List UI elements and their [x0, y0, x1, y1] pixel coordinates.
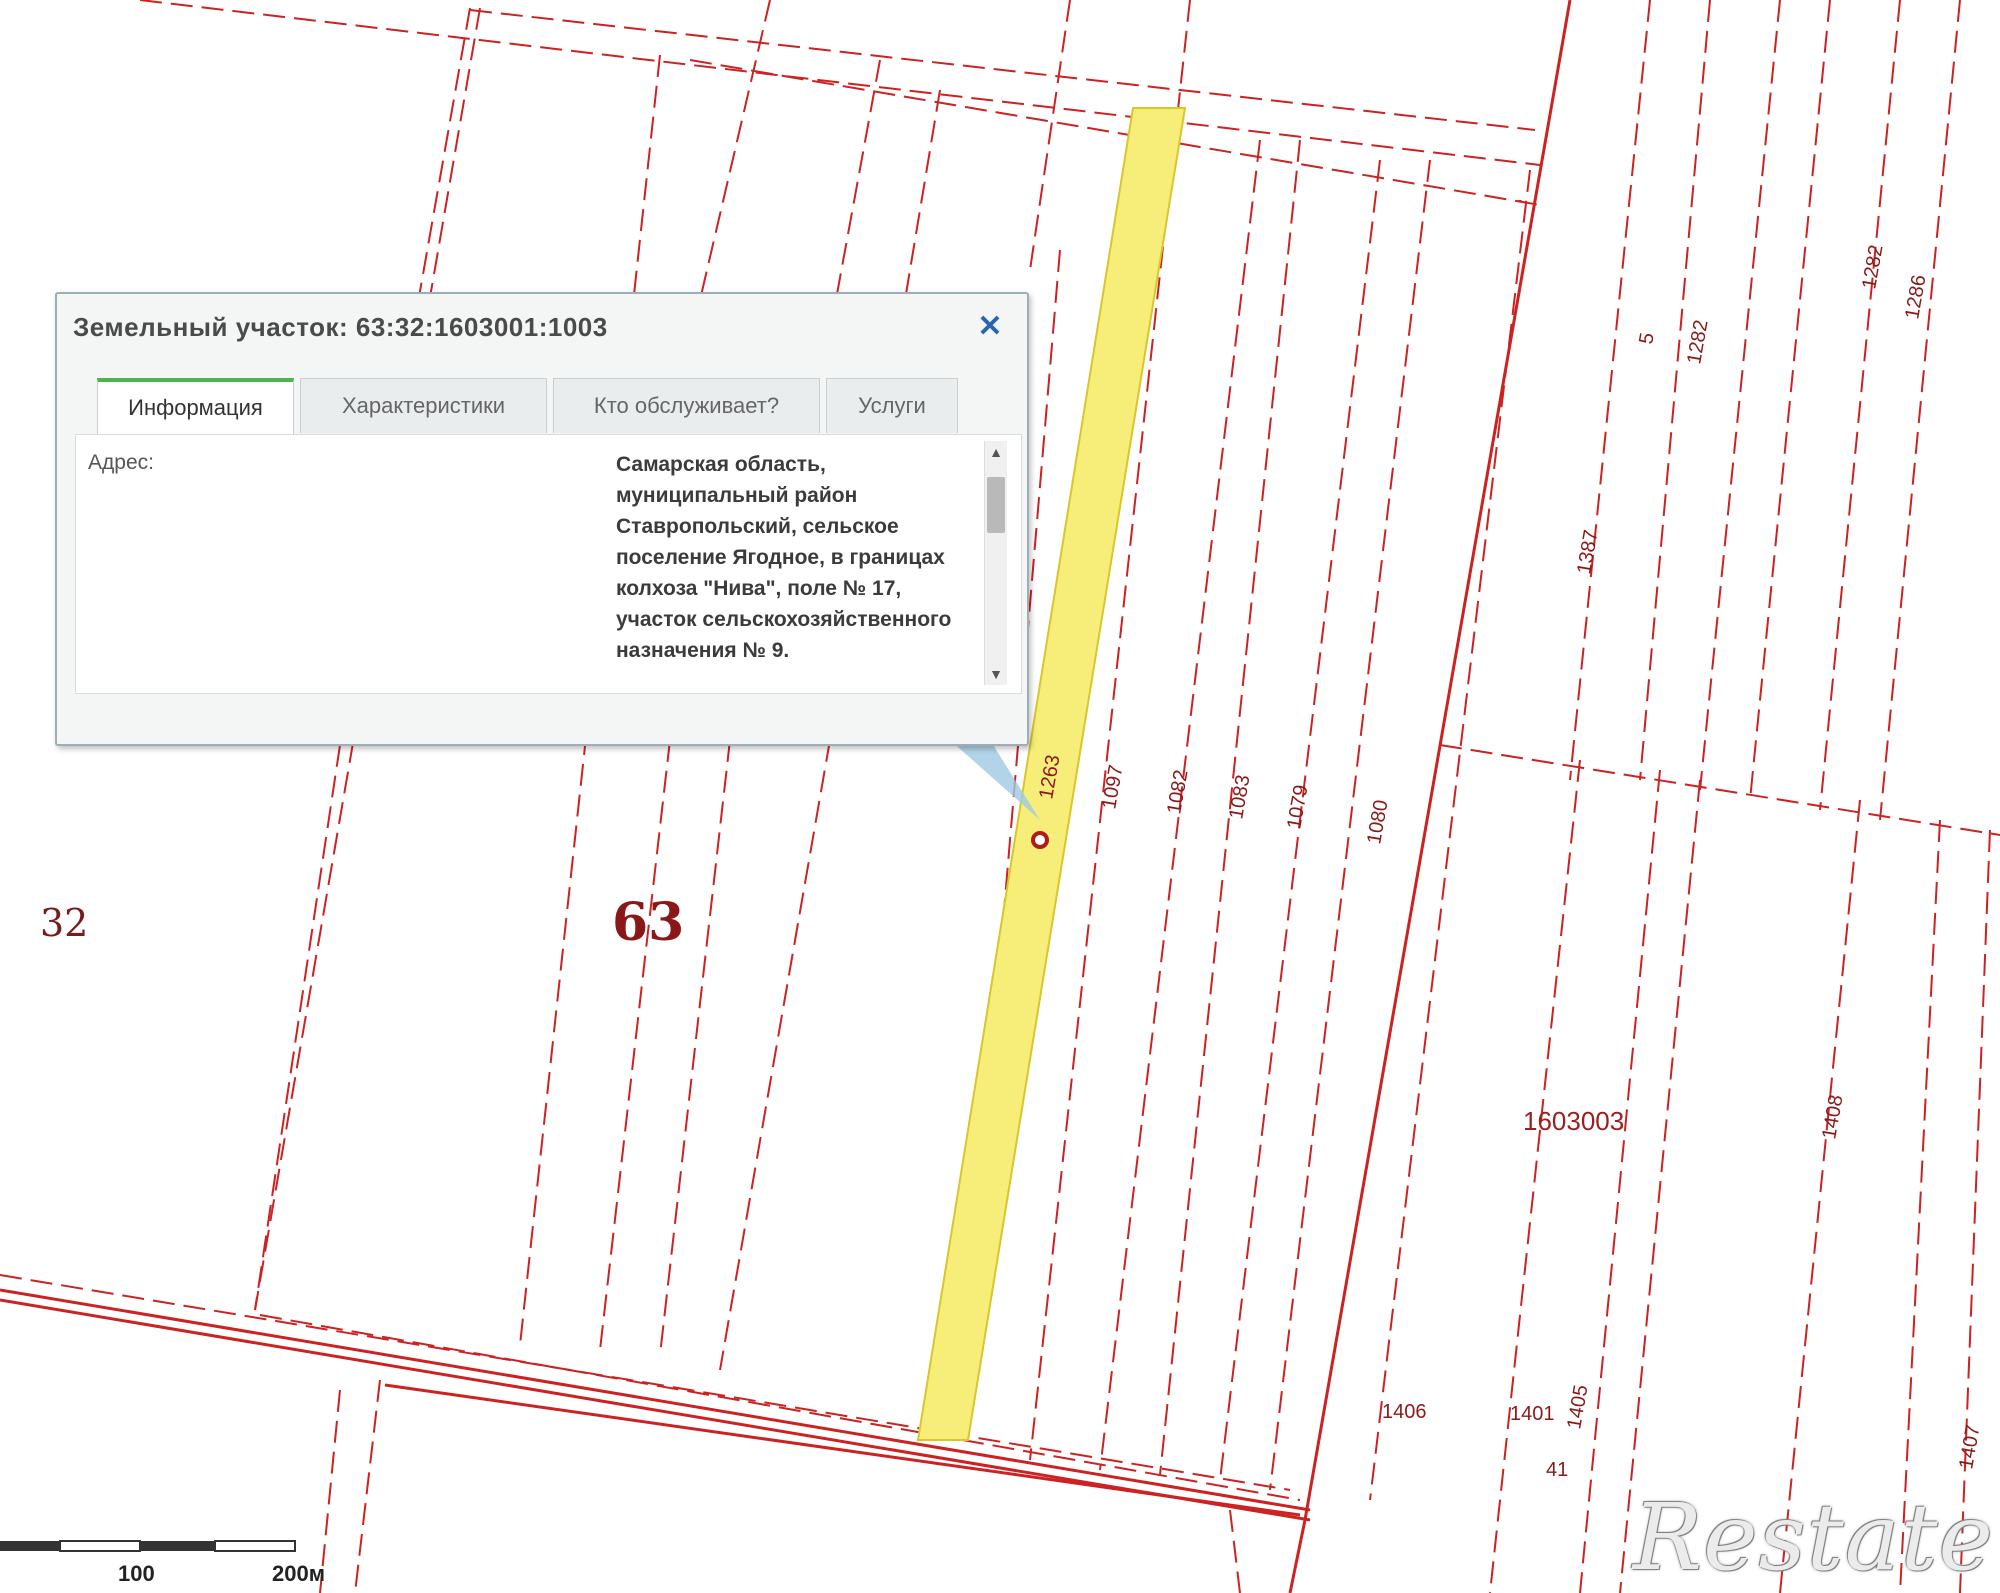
parcel-label: 1286: [1901, 273, 1930, 321]
scrollbar[interactable]: ▲ ▼: [984, 441, 1007, 685]
quarter-label-32: 32: [40, 901, 88, 945]
parcel-label: 1097: [1098, 763, 1127, 811]
scale-label-100: 100: [118, 1561, 155, 1586]
scale-bar: 100 200м: [0, 1535, 340, 1593]
address-label: Адрес:: [88, 451, 154, 474]
location-marker: [1031, 831, 1049, 849]
scroll-down-icon[interactable]: ▼: [985, 663, 1007, 685]
parcel-label: 1405: [1563, 1383, 1592, 1431]
tab-services[interactable]: Услуги: [826, 378, 958, 433]
parcel-label: 1408: [1818, 1093, 1847, 1141]
quarter-label-63: 63: [612, 892, 684, 953]
parcel-label: 1387: [1573, 528, 1602, 576]
tab-characteristics[interactable]: Характеристики: [300, 378, 547, 433]
tab-info[interactable]: Информация: [97, 378, 294, 439]
parcel-label: 1401: [1510, 1403, 1555, 1425]
restate-watermark: Restate: [1632, 1484, 1994, 1591]
popup-title: Земельный участок: 63:32:1603001:1003: [73, 312, 608, 342]
parcel-label: 1406: [1382, 1401, 1427, 1423]
parcel-label: 5: [1635, 331, 1659, 346]
scroll-up-icon[interactable]: ▲: [985, 441, 1007, 463]
scale-label-200: 200м: [272, 1561, 325, 1586]
parcel-label: 1282: [1858, 243, 1887, 291]
block-label: 1603003: [1523, 1106, 1624, 1136]
parcel-label: 1079: [1283, 783, 1312, 831]
parcel-label: 1080: [1363, 798, 1392, 846]
scroll-thumb[interactable]: [987, 477, 1005, 533]
parcel-label: 1082: [1163, 768, 1192, 816]
tab-content: Адрес: Самарская область, муниципальный …: [75, 434, 1022, 694]
parcel-label: 1407: [1955, 1423, 1984, 1471]
cadastral-map[interactable]: 32 63 1603003 1263 1097 1082 1083 1079 1…: [0, 0, 2000, 1593]
tab-who-serves[interactable]: Кто обслуживает?: [553, 378, 820, 433]
address-value: Самарская область, муниципальный район С…: [616, 453, 952, 662]
close-icon[interactable]: ✕: [975, 312, 1005, 342]
parcel-label: 41: [1546, 1459, 1568, 1481]
parcel-label: 1083: [1225, 773, 1254, 821]
parcel-label: 1282: [1683, 318, 1712, 366]
parcel-info-popup: Земельный участок: 63:32:1603001:1003 ✕ …: [55, 292, 1029, 746]
